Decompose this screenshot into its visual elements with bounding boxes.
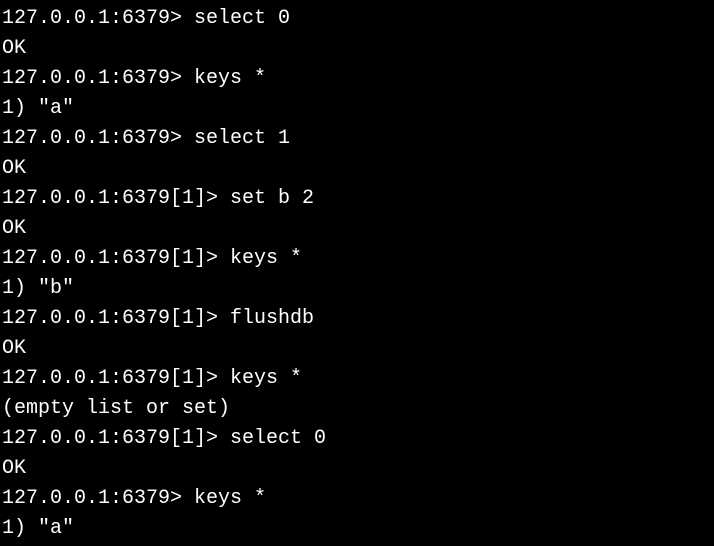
command: keys * [194, 487, 266, 510]
prompt: 127.0.0.1:6379[1]> [2, 367, 230, 390]
output: 1) "a" [2, 517, 74, 540]
command: select 0 [194, 7, 290, 30]
terminal-line: 127.0.0.1:6379[1]> keys * [2, 364, 712, 394]
terminal-line: 127.0.0.1:6379> keys * [2, 64, 712, 94]
terminal-line: OK [2, 334, 712, 364]
terminal-line: 1) "a" [2, 514, 712, 544]
terminal-line: 1) "a" [2, 94, 712, 124]
output: OK [2, 337, 26, 360]
terminal-line: 127.0.0.1:6379[1]> set b 2 [2, 184, 712, 214]
terminal-line: 1) "b" [2, 274, 712, 304]
command: flushdb [230, 307, 314, 330]
terminal-line: OK [2, 34, 712, 64]
terminal-line: 127.0.0.1:6379[1]> flushdb [2, 304, 712, 334]
terminal-line: 127.0.0.1:6379> select 1 [2, 124, 712, 154]
terminal-line: 127.0.0.1:6379[1]> select 0 [2, 424, 712, 454]
output: OK [2, 157, 26, 180]
output: 1) "a" [2, 97, 74, 120]
command: select 1 [194, 127, 290, 150]
output: (empty list or set) [2, 397, 230, 420]
output: OK [2, 217, 26, 240]
terminal-line: OK [2, 454, 712, 484]
command: select 0 [230, 427, 326, 450]
prompt: 127.0.0.1:6379[1]> [2, 427, 230, 450]
output: 1) "b" [2, 277, 74, 300]
terminal-output[interactable]: 127.0.0.1:6379> select 0 OK 127.0.0.1:6379… [2, 4, 712, 544]
command: keys * [194, 67, 266, 90]
terminal-line: 127.0.0.1:6379[1]> keys * [2, 244, 712, 274]
command: keys * [230, 247, 302, 270]
prompt: 127.0.0.1:6379[1]> [2, 187, 230, 210]
prompt: 127.0.0.1:6379[1]> [2, 307, 230, 330]
terminal-line: (empty list or set) [2, 394, 712, 424]
output: OK [2, 37, 26, 60]
prompt: 127.0.0.1:6379> [2, 7, 194, 30]
prompt: 127.0.0.1:6379> [2, 487, 194, 510]
terminal-line: 127.0.0.1:6379> keys * [2, 484, 712, 514]
prompt: 127.0.0.1:6379[1]> [2, 247, 230, 270]
command: set b 2 [230, 187, 314, 210]
terminal-line: 127.0.0.1:6379> select 0 [2, 4, 712, 34]
terminal-line: OK [2, 214, 712, 244]
prompt: 127.0.0.1:6379> [2, 67, 194, 90]
prompt: 127.0.0.1:6379> [2, 127, 194, 150]
command: keys * [230, 367, 302, 390]
terminal-line: OK [2, 154, 712, 184]
output: OK [2, 457, 26, 480]
